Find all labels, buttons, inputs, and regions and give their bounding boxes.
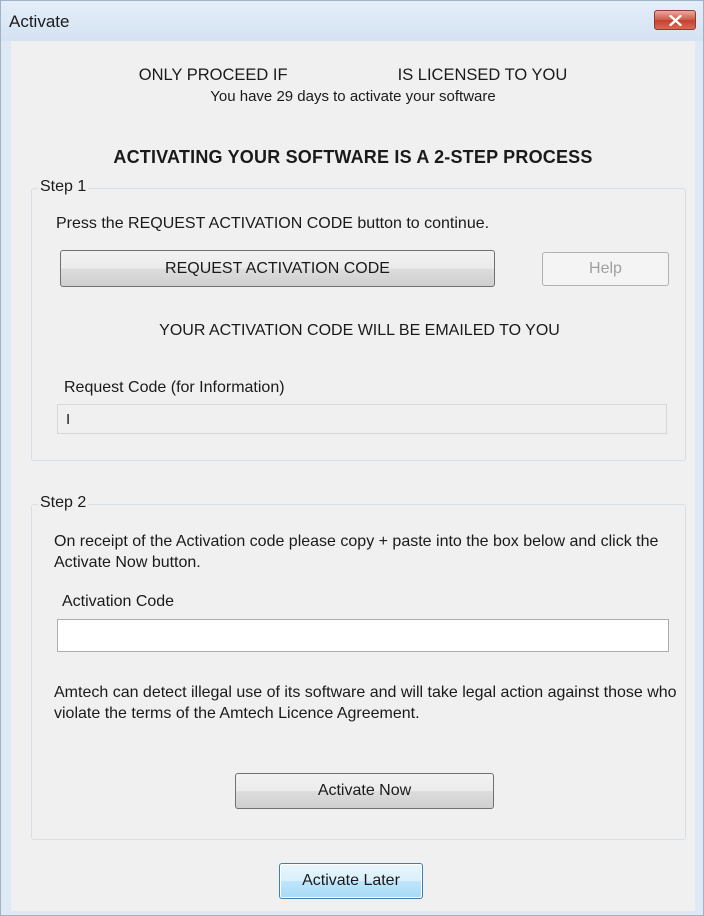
close-icon: [669, 15, 682, 26]
legal-notice: Amtech can detect illegal use of its sof…: [54, 684, 677, 722]
window-title: Activate: [9, 12, 70, 31]
days-remaining-text: You have 29 days to activate your softwa…: [210, 88, 496, 105]
request-code-field[interactable]: I: [57, 404, 667, 434]
request-code-label: Request Code (for Information): [64, 379, 285, 396]
process-heading: ACTIVATING YOUR SOFTWARE IS A 2-STEP PRO…: [113, 147, 593, 167]
step2-legend: Step 2: [38, 494, 89, 512]
license-warning-right: IS LICENSED TO YOU: [397, 66, 568, 84]
activate-later-button[interactable]: Activate Later: [279, 863, 423, 899]
step1-instruction: Press the REQUEST ACTIVATION CODE button…: [56, 215, 490, 232]
activation-code-input[interactable]: [57, 619, 669, 652]
activate-now-button[interactable]: Activate Now: [235, 773, 494, 809]
license-warning-left: ONLY PROCEED IF: [138, 66, 288, 84]
close-button[interactable]: [654, 10, 696, 30]
help-button[interactable]: Help: [542, 252, 669, 286]
email-notice: YOUR ACTIVATION CODE WILL BE EMAILED TO …: [159, 322, 560, 339]
step1-legend: Step 1: [38, 178, 89, 196]
dialog-body: ONLY PROCEED IF IS LICENSED TO YOU You h…: [11, 41, 695, 911]
step2-instruction: On receipt of the Activation code please…: [54, 533, 659, 571]
title-bar[interactable]: Activate: [1, 1, 703, 41]
activation-code-label: Activation Code: [62, 593, 175, 610]
step2-group: Step 2 On receipt of the Activation code…: [31, 494, 686, 840]
license-warning: ONLY PROCEED IF IS LICENSED TO YOU: [11, 66, 695, 85]
step1-group: Step 1 Press the REQUEST ACTIVATION CODE…: [31, 178, 686, 461]
activate-dialog: Activate ONLY PROCEED IF IS LICENSED TO …: [0, 0, 704, 916]
request-activation-code-button[interactable]: REQUEST ACTIVATION CODE: [60, 250, 495, 287]
